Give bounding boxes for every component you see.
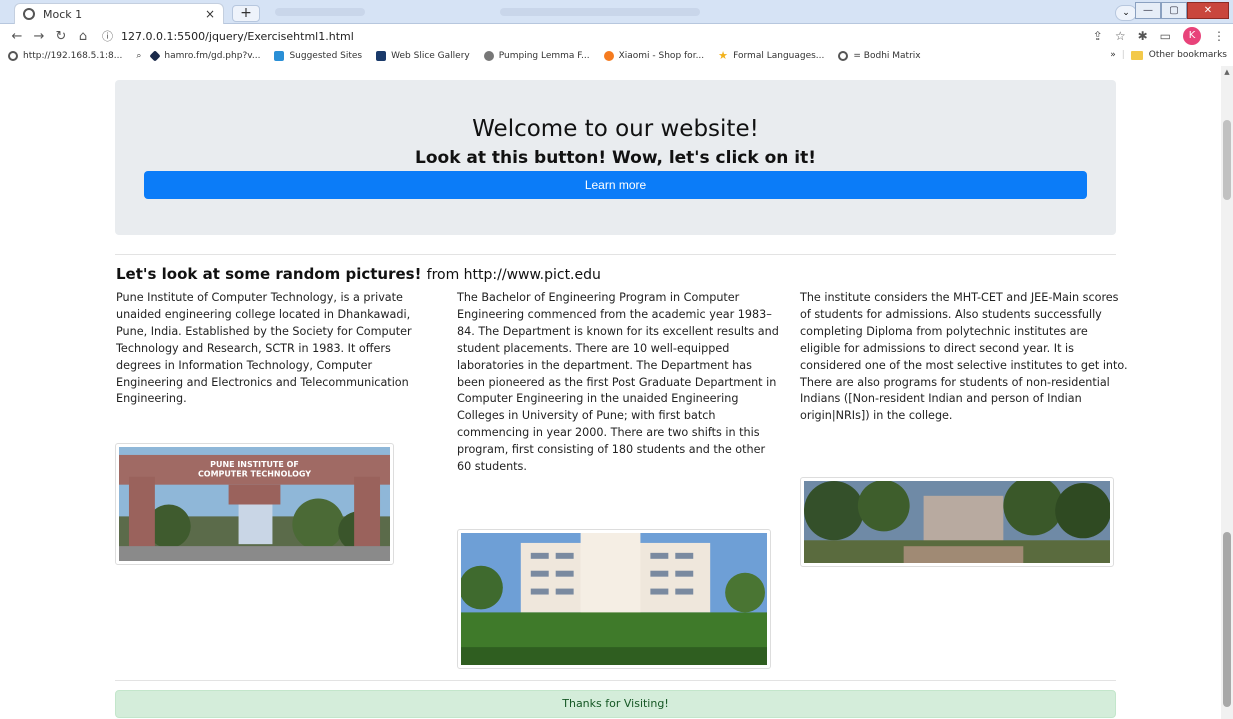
image-college-building: [457, 529, 771, 669]
profile-avatar[interactable]: K: [1183, 27, 1201, 45]
navigation-bar: ← → ↻ ⌂ ⓘ 127.0.0.1:5500/jquery/Exercise…: [0, 24, 1233, 48]
bookmark-item[interactable]: http://192.168.5.1:8...: [8, 51, 122, 61]
minimize-icon[interactable]: —: [1135, 2, 1161, 19]
bookmark-item[interactable]: Xiaomi - Shop for...: [603, 51, 704, 61]
divider: [115, 680, 1116, 681]
address-bar[interactable]: ⓘ 127.0.0.1:5500/jquery/Exercisehtml1.ht…: [102, 28, 354, 44]
menu-kebab-icon[interactable]: ⋮: [1213, 29, 1225, 43]
bookmark-item[interactable]: Pumping Lemma F...: [483, 51, 590, 61]
tab-bar: Mock 1 × + ⌄ — ▢ ✕: [0, 0, 1233, 24]
blurred-tab[interactable]: [500, 8, 700, 16]
close-icon[interactable]: ×: [205, 7, 215, 21]
page-subtitle: Look at this button! Wow, let's click on…: [415, 148, 816, 168]
tab-title: Mock 1: [43, 7, 83, 21]
tab-mock-1[interactable]: Mock 1 ×: [14, 3, 224, 24]
star-icon: ★: [718, 49, 729, 62]
page-title: Welcome to our website!: [472, 116, 759, 142]
campus-illustration: [804, 481, 1110, 563]
section-heading: Let's look at some random pictures! from…: [116, 265, 601, 283]
new-tab-button[interactable]: +: [232, 5, 260, 22]
gate-sign-text: PUNE INSTITUTE OF: [210, 460, 299, 469]
bookmarks-bar: http://192.168.5.1:8... ⌕ hamro.fm/gd.ph…: [0, 48, 1233, 64]
diamond-icon: [149, 50, 162, 62]
url-text: 127.0.0.1:5500/jquery/Exercisehtml1.html: [121, 29, 354, 43]
gate-sign-text: COMPUTER TECHNOLOGY: [198, 470, 311, 479]
bookmark-item[interactable]: Suggested Sites: [274, 51, 362, 61]
home-icon[interactable]: ⌂: [72, 29, 94, 44]
side-panel-icon[interactable]: ▭: [1160, 29, 1171, 43]
overflow-chevron-icon[interactable]: »: [1110, 50, 1116, 60]
column-text-3: The institute considers the MHT-CET and …: [800, 291, 1128, 423]
info-icon[interactable]: ⓘ: [102, 28, 113, 44]
xiaomi-icon: [603, 51, 614, 61]
gate-illustration: PUNE INSTITUTE OF COMPUTER TECHNOLOGY: [119, 447, 390, 561]
share-icon[interactable]: ⇪: [1093, 29, 1103, 43]
column-text-2: The Bachelor of Engineering Program in C…: [457, 291, 779, 474]
section-title: Let's look at some random pictures!: [116, 265, 422, 283]
bookmark-item[interactable]: ★ Formal Languages...: [718, 49, 824, 62]
scrollbar-thumb[interactable]: [1223, 532, 1231, 707]
blurred-tab[interactable]: [275, 8, 365, 16]
globe-icon: [838, 51, 849, 61]
forward-arrow-icon[interactable]: →: [28, 29, 50, 44]
folder-icon: [1130, 50, 1143, 60]
footer-alert: Thanks for Visiting!: [115, 690, 1116, 718]
star-icon[interactable]: ☆: [1115, 29, 1126, 43]
bookmark-item[interactable]: hamro.fm/gd.php?v...: [149, 50, 260, 62]
scrollbar-thumb[interactable]: [1223, 120, 1231, 200]
learn-more-button[interactable]: Learn more: [144, 171, 1087, 199]
other-bookmarks[interactable]: Other bookmarks: [1149, 50, 1227, 60]
tab-search-chevron-icon[interactable]: ⌄: [1115, 5, 1137, 21]
toolbar-right: ⇪ ☆ ✱ ▭ K ⋮: [1093, 27, 1225, 45]
image-campus-trees: [800, 477, 1114, 567]
image-college-gate: PUNE INSTITUTE OF COMPUTER TECHNOLOGY: [115, 443, 394, 565]
bookmark-item[interactable]: Web Slice Gallery: [376, 51, 470, 61]
window-controls: — ▢ ✕: [1135, 2, 1229, 19]
bookmarks-right: » | Other bookmarks: [1110, 50, 1227, 60]
window-close-icon[interactable]: ✕: [1187, 2, 1229, 19]
separator: |: [1121, 50, 1125, 60]
bookmark-item[interactable]: = Bodhi Matrix: [838, 51, 921, 61]
globe-icon: [23, 8, 35, 20]
back-arrow-icon[interactable]: ←: [6, 29, 28, 44]
eye-icon: [483, 51, 494, 61]
scroll-up-arrow-icon[interactable]: ▲: [1223, 68, 1231, 76]
jumbotron: Welcome to our website! Look at this but…: [115, 80, 1116, 235]
column-text-1: Pune Institute of Computer Technology, i…: [116, 291, 412, 406]
building-illustration: [461, 533, 767, 665]
search-icon[interactable]: ⌕: [136, 51, 141, 61]
divider: [115, 254, 1116, 255]
globe-icon: [8, 51, 18, 61]
extensions-puzzle-icon[interactable]: ✱: [1138, 29, 1148, 43]
maximize-icon[interactable]: ▢: [1161, 2, 1187, 19]
reload-icon[interactable]: ↻: [50, 29, 72, 44]
suggested-sites-icon: [274, 51, 285, 61]
web-slice-icon: [376, 51, 387, 61]
section-source: from http://www.pict.edu: [426, 267, 601, 283]
